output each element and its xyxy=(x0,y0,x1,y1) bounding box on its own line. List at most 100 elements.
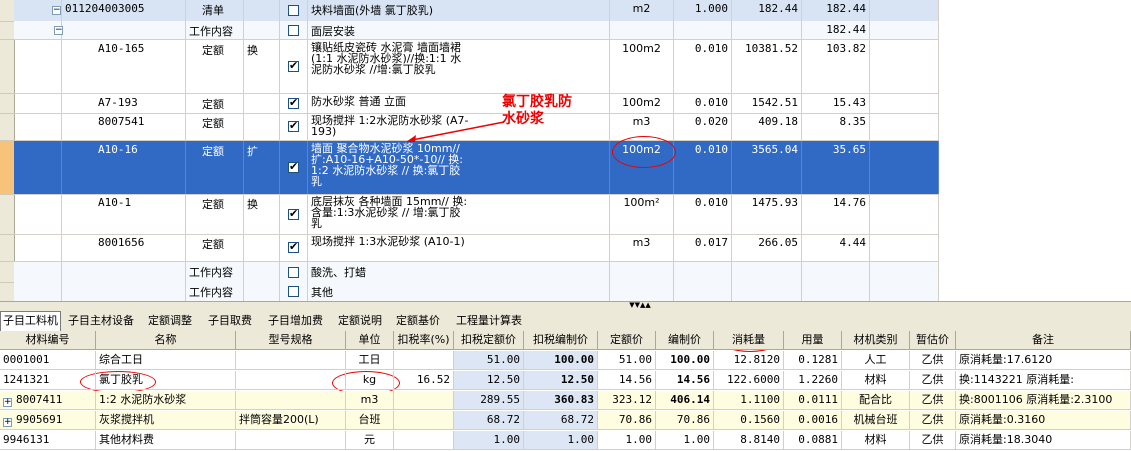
note-cell[interactable]: 原消耗量:17.6120 xyxy=(956,351,1131,369)
column-header-note[interactable]: 备注 xyxy=(956,331,1131,349)
material-row[interactable]: 0001001 综合工日 工日 51.00 100.00 51.00 100.00 12.81… xyxy=(0,351,1131,370)
tax-cell[interactable] xyxy=(394,411,454,429)
flag-cell[interactable] xyxy=(244,113,280,140)
unit-cell[interactable] xyxy=(610,262,674,282)
quantity-cell[interactable]: 1.000 xyxy=(674,0,732,21)
quantity-cell[interactable]: 0.017 xyxy=(674,234,732,261)
total-cell[interactable]: 4.44 xyxy=(802,234,870,261)
quota-row[interactable]: A10-165定额换镶贴纸皮瓷砖 水泥膏 墙面墙裙(1:1 水泥防水砂浆)//换… xyxy=(14,40,939,94)
work-content-row[interactable]: 工作内容 酸洗、打蜡 xyxy=(14,262,939,283)
type-cell[interactable]: 工作内容 xyxy=(186,282,244,301)
type-cell[interactable]: 定额 xyxy=(186,141,244,194)
unit-cell[interactable]: 台班 xyxy=(346,411,394,429)
column-header-name[interactable]: 名称 xyxy=(96,331,236,349)
column-header-cons[interactable]: 消耗量 xyxy=(714,331,784,349)
total-cell[interactable] xyxy=(802,262,870,282)
code-cell[interactable]: +8007411 xyxy=(0,391,96,409)
dp-cell[interactable]: 51.00 xyxy=(598,351,656,369)
note-cell[interactable]: 换:8001106 原消耗量:2.3100 xyxy=(956,391,1131,409)
row-checkbox[interactable] xyxy=(288,119,299,132)
row-checkbox[interactable] xyxy=(288,24,299,36)
spec-cell[interactable] xyxy=(236,351,346,369)
tab-6[interactable]: 定额基价 xyxy=(394,312,442,329)
name-cell[interactable]: 综合工日 xyxy=(96,351,236,369)
column-header-unit[interactable]: 单位 xyxy=(346,331,394,349)
unit-price-cell[interactable]: 182.44 xyxy=(732,0,802,21)
type-cell[interactable]: 清单 xyxy=(186,0,244,21)
dp-cell[interactable]: 323.12 xyxy=(598,391,656,409)
use-cell[interactable]: 0.0111 xyxy=(784,391,842,409)
collapse-icon[interactable]: − xyxy=(52,6,61,15)
dp-cell[interactable]: 70.86 xyxy=(598,411,656,429)
expand-icon[interactable]: + xyxy=(3,418,12,427)
tax-cell[interactable]: 16.52 xyxy=(394,371,454,389)
row-indicator[interactable] xyxy=(0,94,14,114)
unit-cell[interactable]: kg xyxy=(346,371,394,389)
est-cell[interactable]: 乙供 xyxy=(910,351,956,369)
total-cell[interactable]: 35.65 xyxy=(802,141,870,194)
row-indicator[interactable] xyxy=(0,194,14,235)
checkbox-cell[interactable] xyxy=(280,282,308,301)
quantity-cell[interactable]: 0.010 xyxy=(674,94,732,113)
code-cell[interactable]: 0001001 xyxy=(0,351,96,369)
tab-5[interactable]: 定额说明 xyxy=(336,312,384,329)
row-indicator[interactable] xyxy=(0,40,14,94)
note-cell[interactable]: 原消耗量:0.3160 xyxy=(956,411,1131,429)
unit-price-cell[interactable] xyxy=(732,282,802,301)
code-cell[interactable] xyxy=(62,262,186,282)
cons-cell[interactable]: 8.8140 xyxy=(714,431,784,449)
type-cell[interactable]: 定额 xyxy=(186,113,244,140)
est-cell[interactable]: 乙供 xyxy=(910,371,956,389)
row-checkbox[interactable] xyxy=(288,160,299,173)
row-checkbox[interactable] xyxy=(288,286,299,297)
dp-cell[interactable]: 14.56 xyxy=(598,371,656,389)
column-header-spec[interactable]: 型号规格 xyxy=(236,331,346,349)
bp-cell[interactable]: 406.14 xyxy=(656,391,714,409)
code-cell[interactable] xyxy=(62,21,186,39)
unit-price-cell[interactable]: 3565.04 xyxy=(732,141,802,194)
tdp-cell[interactable]: 1.00 xyxy=(454,431,524,449)
total-cell[interactable]: 182.44 xyxy=(802,0,870,21)
column-header-est[interactable]: 暂估价 xyxy=(910,331,956,349)
unit-cell[interactable]: 工日 xyxy=(346,351,394,369)
unit-cell[interactable] xyxy=(610,282,674,301)
quantity-cell[interactable] xyxy=(674,282,732,301)
quantity-cell[interactable]: 0.010 xyxy=(674,40,732,93)
dp-cell[interactable]: 1.00 xyxy=(598,431,656,449)
unit-price-cell[interactable]: 266.05 xyxy=(732,234,802,261)
est-cell[interactable]: 乙供 xyxy=(910,411,956,429)
tax-cell[interactable] xyxy=(394,351,454,369)
quantity-cell[interactable]: 0.010 xyxy=(674,141,732,194)
unit-price-cell[interactable]: 10381.52 xyxy=(732,40,802,93)
tdp-cell[interactable]: 289.55 xyxy=(454,391,524,409)
note-cell[interactable]: 换:1143221 原消耗量: xyxy=(956,371,1131,389)
column-header-dp[interactable]: 定额价 xyxy=(598,331,656,349)
code-cell[interactable]: 1241321 xyxy=(0,371,96,389)
tax-cell[interactable] xyxy=(394,431,454,449)
row-indicator[interactable] xyxy=(0,262,14,283)
quantity-cell[interactable] xyxy=(674,262,732,282)
code-cell[interactable]: A10-16 xyxy=(62,141,186,194)
cat-cell[interactable]: 人工 xyxy=(842,351,910,369)
unit-price-cell[interactable] xyxy=(732,21,802,39)
unit-price-cell[interactable] xyxy=(732,262,802,282)
unit-price-cell[interactable]: 409.18 xyxy=(732,113,802,140)
cat-cell[interactable]: 配合比 xyxy=(842,391,910,409)
quota-row[interactable]: A10-1定额换底层抹灰 各种墙面 15mm// 换:含量:1:3水泥砂浆 //… xyxy=(14,194,939,235)
total-cell[interactable]: 182.44 xyxy=(802,21,870,39)
row-checkbox[interactable] xyxy=(288,240,299,253)
checkbox-cell[interactable] xyxy=(280,194,308,234)
use-cell[interactable]: 0.0881 xyxy=(784,431,842,449)
row-indicator[interactable] xyxy=(0,21,14,40)
checkbox-cell[interactable] xyxy=(280,40,308,93)
code-cell[interactable]: A10-1 xyxy=(62,194,186,234)
est-cell[interactable]: 乙供 xyxy=(910,431,956,449)
code-cell[interactable]: A7-193 xyxy=(62,94,186,113)
column-header-tbp[interactable]: 扣税编制价 xyxy=(524,331,598,349)
code-cell[interactable] xyxy=(62,282,186,301)
row-indicator[interactable] xyxy=(0,234,14,262)
checkbox-cell[interactable] xyxy=(280,113,308,140)
use-cell[interactable]: 1.2260 xyxy=(784,371,842,389)
work-content-row[interactable]: 工作内容 其他 xyxy=(14,282,939,302)
row-indicator[interactable] xyxy=(0,282,14,302)
